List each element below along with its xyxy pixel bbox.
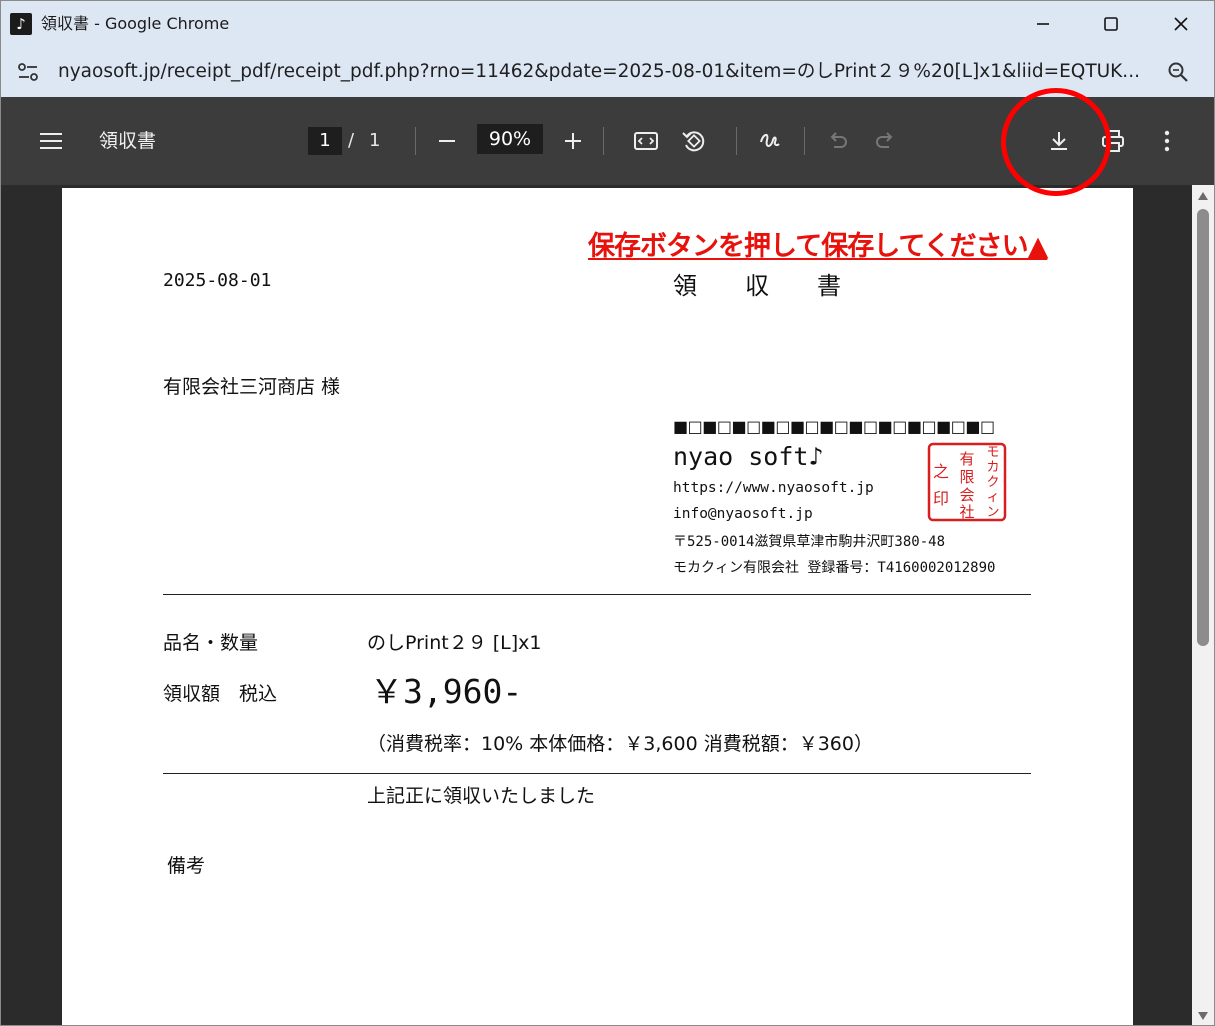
divider-line bbox=[163, 594, 1031, 595]
company-registration: モカクィン有限会社 登録番号：T4160002012890 bbox=[673, 560, 996, 576]
company-email: info@nyaosoft.jp bbox=[673, 506, 813, 522]
scroll-down-icon[interactable] bbox=[1197, 1011, 1209, 1021]
zoom-out-button[interactable] bbox=[433, 127, 461, 155]
save-notice: 保存ボタンを押して保存してください▲ bbox=[588, 231, 1048, 262]
svg-text:社: 社 bbox=[959, 503, 974, 521]
customer-name: 有限会社三河商店 様 bbox=[163, 376, 341, 398]
amount-value: ￥3,960- bbox=[370, 672, 523, 711]
zoom-button[interactable] bbox=[1165, 59, 1191, 85]
amount-label: 領収額 税込 bbox=[163, 683, 278, 705]
maximize-button[interactable] bbox=[1080, 1, 1142, 47]
toolbar-divider bbox=[603, 127, 604, 155]
svg-text:有: 有 bbox=[959, 450, 974, 468]
close-button[interactable] bbox=[1150, 1, 1212, 47]
company-address: 〒525-0014滋賀県草津市駒井沢町380-48 bbox=[673, 534, 946, 550]
svg-text:限: 限 bbox=[959, 468, 974, 486]
menu-icon bbox=[40, 133, 62, 149]
receipt-heading: 領 収 書 bbox=[673, 272, 841, 300]
toolbar-divider bbox=[736, 127, 737, 155]
remarks-label: 備考 bbox=[167, 855, 206, 877]
maximize-icon bbox=[1104, 17, 1118, 31]
minimize-button[interactable] bbox=[1012, 1, 1074, 47]
rotate-button[interactable] bbox=[678, 125, 710, 157]
svg-text:会: 会 bbox=[959, 486, 974, 504]
company-seal-stamp: モ カ ク ィ ン 有 限 会 社 之 印 bbox=[927, 442, 1007, 522]
svg-text:之: 之 bbox=[933, 462, 949, 481]
decorative-pattern: ■□■□■□■□■□■□■□■□■□■□■□ bbox=[673, 417, 995, 436]
company-website: https://www.nyaosoft.jp bbox=[673, 480, 874, 496]
undo-icon bbox=[830, 132, 847, 148]
redo-icon bbox=[876, 132, 893, 148]
divider-line bbox=[163, 773, 1031, 774]
toolbar-divider bbox=[804, 127, 805, 155]
item-value: のしPrint２９ [L]x1 bbox=[367, 632, 542, 654]
scroll-thumb[interactable] bbox=[1197, 209, 1209, 646]
more-vert-icon bbox=[1164, 130, 1170, 152]
window-title: 領収書 - Google Chrome bbox=[41, 14, 230, 33]
fit-page-icon bbox=[634, 132, 658, 150]
site-info-button[interactable] bbox=[15, 59, 41, 85]
page-number-input[interactable]: 1 bbox=[308, 127, 342, 155]
pdf-viewer: 保存ボタンを押して保存してください▲ 2025-08-01 領 収 書 有限会社… bbox=[1, 185, 1214, 1025]
minus-icon bbox=[439, 140, 455, 142]
browser-window: ♪ 領収書 - Google Chrome nyaosoft.jp/receip… bbox=[0, 0, 1215, 1026]
url-field[interactable]: nyaosoft.jp/receipt_pdf/receipt_pdf.php?… bbox=[58, 60, 1140, 84]
svg-text:カ: カ bbox=[986, 460, 999, 475]
scroll-up-icon[interactable] bbox=[1197, 191, 1209, 201]
page-total: 1 bbox=[369, 130, 381, 151]
svg-text:ィ: ィ bbox=[986, 490, 999, 505]
close-icon bbox=[1174, 17, 1188, 31]
plus-icon bbox=[565, 133, 581, 149]
more-options-button[interactable] bbox=[1153, 125, 1181, 157]
fit-to-page-button[interactable] bbox=[630, 125, 662, 157]
annotation-circle bbox=[1001, 88, 1111, 196]
rotate-icon bbox=[682, 131, 705, 152]
tax-detail: （消費税率：10% 本体価格：￥3,600 消費税額：￥360） bbox=[367, 733, 873, 755]
pdf-page: 保存ボタンを押して保存してください▲ 2025-08-01 領 収 書 有限会社… bbox=[62, 188, 1133, 1025]
svg-text:印: 印 bbox=[933, 489, 949, 508]
annotate-button[interactable] bbox=[754, 125, 786, 157]
tune-icon bbox=[18, 63, 38, 81]
document-title: 領収書 bbox=[99, 130, 157, 152]
item-label: 品名・数量 bbox=[163, 632, 259, 654]
svg-text:ン: ン bbox=[986, 505, 999, 520]
app-icon: ♪ bbox=[10, 13, 32, 35]
svg-text:モ: モ bbox=[986, 445, 999, 460]
pen-scribble-icon bbox=[760, 134, 780, 147]
page-separator: / bbox=[348, 130, 355, 151]
svg-text:ク: ク bbox=[986, 475, 999, 490]
address-bar: nyaosoft.jp/receipt_pdf/receipt_pdf.php?… bbox=[1, 47, 1214, 97]
title-bar: ♪ 領収書 - Google Chrome bbox=[1, 1, 1214, 47]
zoom-level-input[interactable]: 90% bbox=[477, 124, 543, 154]
minimize-icon bbox=[1037, 23, 1049, 25]
zoom-in-button[interactable] bbox=[559, 127, 587, 155]
company-name: nyao soft♪ bbox=[673, 442, 824, 471]
toolbar-divider bbox=[415, 127, 416, 155]
undo-button[interactable] bbox=[823, 127, 853, 155]
magnifier-icon bbox=[1168, 62, 1188, 82]
redo-button[interactable] bbox=[870, 127, 900, 155]
menu-button[interactable] bbox=[35, 127, 67, 155]
received-statement: 上記正に領収いたしました bbox=[367, 785, 596, 807]
vertical-scrollbar[interactable] bbox=[1192, 185, 1214, 1025]
receipt-date: 2025-08-01 bbox=[163, 270, 272, 291]
